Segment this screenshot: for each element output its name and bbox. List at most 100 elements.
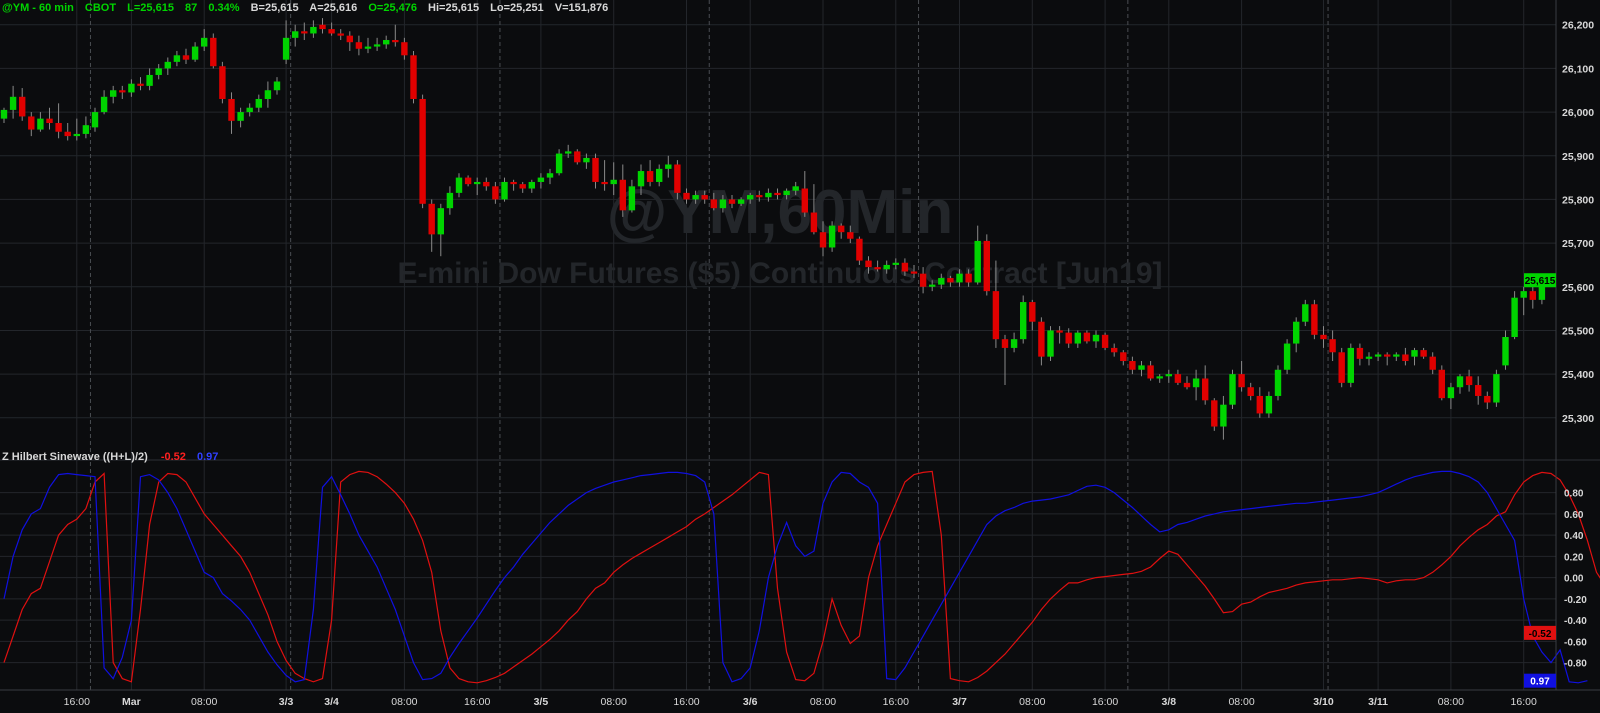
- candle-up: [1347, 347, 1354, 383]
- candle-up: [883, 264, 890, 270]
- candle-up: [455, 177, 463, 193]
- candle-up: [191, 46, 199, 60]
- candle-up: [737, 199, 745, 204]
- candle-down: [728, 199, 736, 204]
- time-tick-label: 16:00: [464, 696, 490, 708]
- candle-up: [9, 96, 17, 110]
- candle-up: [383, 40, 390, 45]
- candle-down: [810, 212, 818, 233]
- time-axis-background: [0, 690, 1600, 713]
- indicator-tick-label: 0.40: [1564, 531, 1584, 542]
- chart-window: @YM,60Min E-mini Dow Futures ($5) Contin…: [0, 0, 1600, 713]
- time-tick-label: 08:00: [391, 696, 417, 708]
- candle-up: [1047, 330, 1054, 357]
- candle-down: [1056, 330, 1063, 333]
- indicator-tick-label: -0.80: [1564, 659, 1587, 670]
- candle-down: [601, 181, 608, 185]
- candle-down: [137, 83, 144, 86]
- candle-down: [1183, 382, 1191, 388]
- candle-up: [546, 173, 554, 178]
- candle-up: [1138, 365, 1145, 370]
- price-tick-label: 25,500: [1562, 325, 1594, 337]
- candle-up: [173, 55, 181, 62]
- candle-up: [1520, 291, 1527, 298]
- candle-down: [865, 260, 872, 268]
- candle-down: [1029, 302, 1036, 322]
- time-tick-label: 08:00: [1438, 696, 1464, 708]
- candle-up: [828, 225, 836, 248]
- candle-down: [1065, 332, 1072, 344]
- candle-down: [301, 31, 308, 34]
- candle-down: [119, 90, 126, 93]
- candle-down: [1311, 304, 1318, 335]
- candle-down: [910, 271, 918, 274]
- candle-down: [965, 273, 972, 283]
- candle-up: [892, 262, 899, 265]
- candle-down: [919, 273, 927, 287]
- candle-up: [1229, 374, 1236, 405]
- time-tick-label: 16:00: [1092, 696, 1118, 708]
- candle-down: [856, 238, 863, 261]
- candle-up: [765, 192, 772, 198]
- candle-down: [619, 179, 626, 211]
- candle-down: [1465, 376, 1473, 386]
- candle-up: [1074, 332, 1081, 344]
- candle-up: [956, 273, 963, 283]
- time-tick-label: 16:00: [883, 696, 909, 708]
- candle-down: [847, 232, 854, 239]
- candle-up: [565, 151, 572, 154]
- candle-up: [501, 181, 508, 200]
- candle-up: [474, 181, 481, 185]
- candle-up: [0, 109, 8, 119]
- candle-down: [1001, 339, 1009, 348]
- candle-down: [710, 199, 717, 209]
- candle-down: [683, 192, 690, 200]
- candle-up: [537, 177, 545, 182]
- candle-down: [410, 55, 417, 99]
- candle-up: [747, 195, 754, 200]
- candle-up: [1156, 376, 1163, 379]
- indicator-tick-label: -0.40: [1564, 616, 1587, 627]
- candle-up: [1493, 374, 1500, 403]
- candle-up: [1293, 321, 1300, 344]
- candle-down: [947, 278, 954, 283]
- last-price-marker-text: 25,615: [1525, 276, 1556, 287]
- candle-up: [974, 240, 981, 283]
- candle-up: [783, 190, 790, 196]
- candle-up: [1511, 297, 1518, 337]
- candle-down: [674, 164, 681, 193]
- price-tick-label: 25,300: [1562, 413, 1594, 425]
- candle-up: [656, 168, 663, 182]
- candle-up: [1456, 376, 1464, 388]
- indicator-tick-label: -0.60: [1564, 637, 1587, 648]
- time-tick-label: Mar: [122, 696, 141, 708]
- candle-up: [73, 133, 80, 137]
- candle-up: [164, 61, 171, 69]
- candle-up: [201, 37, 208, 47]
- candle-down: [592, 157, 599, 182]
- price-tick-label: 25,800: [1562, 194, 1594, 206]
- candle-down: [983, 240, 990, 292]
- candle-up: [110, 90, 117, 97]
- candle-down: [392, 40, 399, 43]
- indicator-title[interactable]: Z Hilbert Sinewave ((H+L)/2): [2, 451, 148, 463]
- candle-up: [1447, 387, 1455, 399]
- open-price: O=25,476: [368, 2, 417, 14]
- candle-down: [492, 186, 499, 200]
- candle-up: [628, 186, 636, 211]
- candle-down: [319, 24, 326, 30]
- candle-down: [355, 42, 363, 49]
- candle-down: [510, 181, 517, 185]
- candle-down: [483, 181, 490, 187]
- candle-down: [756, 195, 763, 198]
- bid-price: B=25,615: [251, 2, 299, 14]
- candle-up: [637, 171, 645, 187]
- candle-down: [701, 195, 708, 200]
- chart-canvas: @YM,60Min E-mini Dow Futures ($5) Contin…: [0, 0, 1600, 713]
- candle-up: [310, 26, 317, 34]
- candle-up: [929, 284, 936, 287]
- symbol-name[interactable]: @YM - 60 min: [2, 2, 74, 14]
- candle-up: [792, 186, 799, 191]
- candle-down: [1420, 350, 1427, 357]
- candle-up: [1010, 339, 1018, 348]
